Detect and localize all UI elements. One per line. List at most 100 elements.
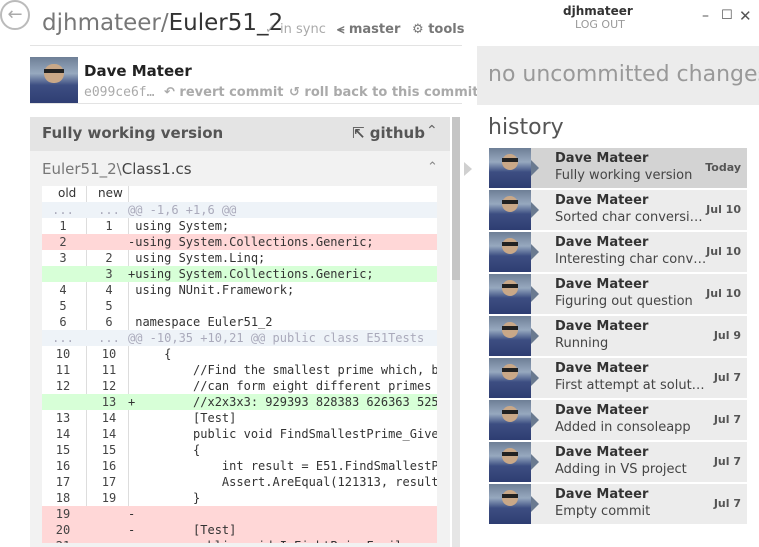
history-item[interactable]: Dave Mateer Running Jul 9 — [489, 316, 747, 356]
history-author: Dave Mateer — [555, 361, 649, 376]
diff-line: 14 14 public void FindSmallestPrime_Given — [42, 426, 437, 442]
diff-line: 6 6 namespace Euler51_2 — [42, 314, 437, 330]
branch-button[interactable]: ⪪ master — [337, 22, 400, 37]
logout-button[interactable]: LOG OUT — [575, 18, 625, 31]
new-line-number: 16 — [101, 459, 117, 473]
back-arrow-icon: ← — [7, 4, 23, 25]
minimize-button[interactable]: – — [702, 8, 709, 24]
code-line: + //x2x3x3: 929393 828383 626363 5253 — [128, 395, 437, 409]
avatar-pointer-icon — [531, 328, 539, 344]
avatar — [489, 316, 531, 356]
history-item[interactable]: Dave Mateer Added in consoleapp Jul 7 — [489, 400, 747, 440]
chevron-collapse-icon[interactable]: ⌃ — [427, 160, 438, 175]
tools-button[interactable]: ⚙ tools — [412, 22, 464, 37]
avatar — [489, 274, 531, 314]
diff-line: 16 16 int result = E51.FindSmallestPr — [42, 458, 437, 474]
code-line: Assert.AreEqual(121313, result) — [128, 475, 437, 489]
avatar-pointer-icon — [531, 412, 539, 428]
history-message: Running — [555, 336, 609, 351]
code-line: @@ -1,6 +1,6 @@ — [128, 203, 237, 217]
history-item[interactable]: Dave Mateer Empty commit Jul 7 — [489, 484, 747, 524]
avatar-pointer-icon — [531, 370, 539, 386]
chevron-collapse-icon[interactable]: ⌃ — [426, 123, 438, 139]
history-author: Dave Mateer — [555, 235, 649, 250]
file-path: Euler51_2\Class1.cs — [42, 160, 192, 178]
new-line-number: 6 — [105, 315, 113, 329]
avatar — [489, 148, 531, 188]
diff-line: 19 - — [42, 506, 437, 522]
old-line-number: 2 — [59, 235, 67, 249]
old-line-number: 18 — [55, 491, 71, 505]
avatar-pointer-icon — [531, 286, 539, 302]
old-line-number: 12 — [55, 379, 71, 393]
old-line-number: 14 — [55, 427, 71, 441]
diff-hunk-header: ...... @@ -10,35 +10,21 @@ public class E… — [42, 330, 437, 346]
old-line-number: 13 — [55, 411, 71, 425]
commit-author: Dave Mateer — [84, 62, 192, 80]
code-line: int result = E51.FindSmallestPr — [128, 459, 437, 473]
sync-status: ✓ in sync — [265, 22, 326, 37]
new-line-number: 2 — [105, 251, 113, 265]
avatar-pointer-icon — [531, 244, 539, 260]
old-line-number: 15 — [55, 443, 71, 457]
code-line: +using System.Collections.Generic; — [128, 267, 374, 281]
history-item[interactable]: Dave Mateer Fully working version Today — [489, 148, 747, 188]
history-message: First attempt at solution… — [555, 378, 707, 393]
diff-line: 20 - [Test] — [42, 522, 437, 538]
history-message: Added in consoleapp — [555, 420, 691, 435]
code-line: using NUnit.Framework; — [128, 283, 295, 297]
code-line: using System.Linq; — [128, 251, 266, 265]
code-line: //can form eight different primes — [128, 379, 432, 393]
rollback-button[interactable]: ↺ roll back to this commit — [289, 85, 478, 100]
history-message: Sorted char conversions — [555, 210, 707, 225]
rollback-icon: ↺ — [289, 85, 305, 100]
github-link[interactable]: ⇱ github — [352, 124, 425, 142]
new-line-number: 14 — [101, 427, 117, 441]
history-item[interactable]: Dave Mateer Adding in VS project Jul 7 — [489, 442, 747, 482]
diff-line: 17 17 Assert.AreEqual(121313, result) — [42, 474, 437, 490]
diff-line: 1 1 using System; — [42, 218, 437, 234]
history-date: Jul 7 — [713, 413, 741, 426]
new-line-number: 15 — [101, 443, 117, 457]
diff-line: 2 -using System.Collections.Generic; — [42, 234, 437, 250]
commit-sha[interactable]: e099ce6f… — [84, 85, 154, 100]
avatar — [489, 232, 531, 272]
history-date: Jul 7 — [713, 371, 741, 384]
new-line-number: ... — [98, 331, 120, 345]
history-date: Jul 9 — [713, 329, 741, 342]
history-item[interactable]: Dave Mateer Interesting char conver… Jul 1… — [489, 232, 747, 272]
code-line: - [Test] — [128, 523, 237, 537]
diff-hunk-header: ...... @@ -1,6 +1,6 @@ — [42, 202, 437, 218]
new-line-number: 1 — [105, 219, 113, 233]
avatar — [489, 400, 531, 440]
history-date: Jul 10 — [706, 203, 741, 216]
maximize-button[interactable]: ☐ — [721, 8, 733, 23]
code-line: - — [128, 507, 136, 521]
old-line-number: ... — [52, 331, 74, 345]
code-line: using System; — [128, 219, 230, 233]
history-item[interactable]: Dave Mateer Sorted char conversions Jul 10 — [489, 190, 747, 230]
repo-title: djhmateer/Euler51_2 — [42, 10, 284, 36]
file-name: Class1.cs — [121, 160, 192, 178]
diff-line: 4 4 using NUnit.Framework; — [42, 282, 437, 298]
scrollbar-thumb[interactable] — [452, 117, 460, 280]
history-message: Figuring out question — [555, 294, 693, 309]
old-line-number: 11 — [55, 363, 71, 377]
history-item[interactable]: Dave Mateer First attempt at solution… Jul… — [489, 358, 747, 398]
history-item[interactable]: Dave Mateer Figuring out question Jul 10 — [489, 274, 747, 314]
code-line: -using System.Collections.Generic; — [128, 235, 374, 249]
old-column-header: old — [58, 186, 77, 200]
diff-view: old new ...... @@ -1,6 +1,6 @@ 1 1 using Sy… — [42, 186, 437, 543]
close-button[interactable]: ✕ — [739, 7, 752, 25]
old-line-number: 5 — [59, 299, 67, 313]
new-column-header: new — [98, 186, 123, 200]
new-line-number: 11 — [101, 363, 117, 377]
diff-line: 11 11 //Find the smallest prime which, by — [42, 362, 437, 378]
back-button[interactable]: ← — [0, 0, 30, 30]
new-line-number: 19 — [101, 491, 117, 505]
history-date: Jul 10 — [706, 287, 741, 300]
revert-commit-button[interactable]: ↶ revert commit — [164, 85, 284, 100]
code-line: [Test] — [128, 411, 237, 425]
old-line-number: ... — [52, 203, 74, 217]
history-date: Jul 7 — [713, 497, 741, 510]
